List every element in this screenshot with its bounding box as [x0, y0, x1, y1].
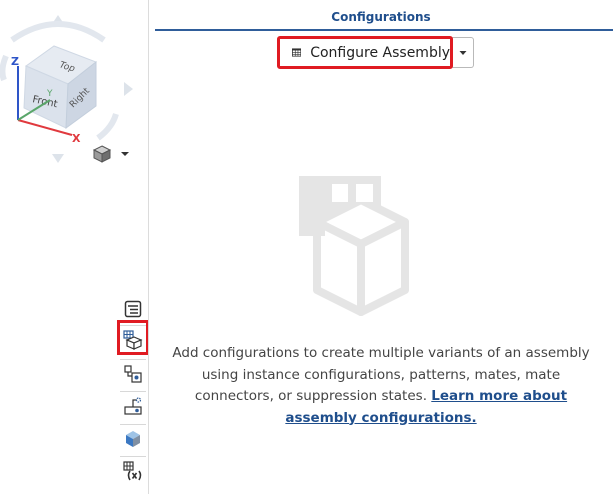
- panel-title: Configurations: [331, 10, 431, 24]
- mate-connector-button[interactable]: [119, 360, 147, 388]
- configurations-empty-icon: [299, 176, 409, 316]
- y-axis-label: Y: [46, 89, 53, 99]
- z-axis-label: Z: [11, 55, 19, 68]
- variable-icon: [123, 461, 142, 481]
- x-axis-label: X: [72, 132, 81, 145]
- right-panel-toolbar: [117, 293, 149, 490]
- rotate-right-arrow-icon: [124, 82, 133, 96]
- chevron-down-icon: [121, 152, 129, 156]
- chevron-down-icon: [459, 50, 467, 55]
- appearance-icon: [126, 431, 140, 447]
- configure-options-dropdown[interactable]: [452, 37, 474, 68]
- features-list-button[interactable]: [119, 295, 147, 323]
- panel-title-underline: [155, 29, 613, 31]
- cube-icon: [92, 145, 112, 163]
- appearance-button[interactable]: [119, 425, 147, 453]
- variable-table-button[interactable]: [119, 457, 147, 485]
- features-list-icon: [124, 300, 142, 318]
- view-options-dropdown[interactable]: [92, 143, 132, 165]
- configure-assembly-button[interactable]: Configure Assembly: [277, 36, 453, 69]
- mate-connector-icon: [124, 365, 142, 383]
- bom-icon: [124, 397, 142, 415]
- configurations-panel: Configurations Configure Assembly Add co…: [149, 0, 613, 494]
- configure-assembly-label: Configure Assembly: [310, 44, 450, 61]
- toolbar-highlight-box: [117, 320, 149, 355]
- rotate-down-arrow-icon: [52, 154, 64, 163]
- table-icon: [292, 48, 302, 57]
- orbit-arc-icon: [10, 21, 106, 43]
- configure-assembly-split-button: Configure Assembly: [277, 36, 474, 69]
- empty-state-message: Add configurations to create multiple va…: [169, 343, 593, 429]
- bom-button[interactable]: [119, 392, 147, 420]
